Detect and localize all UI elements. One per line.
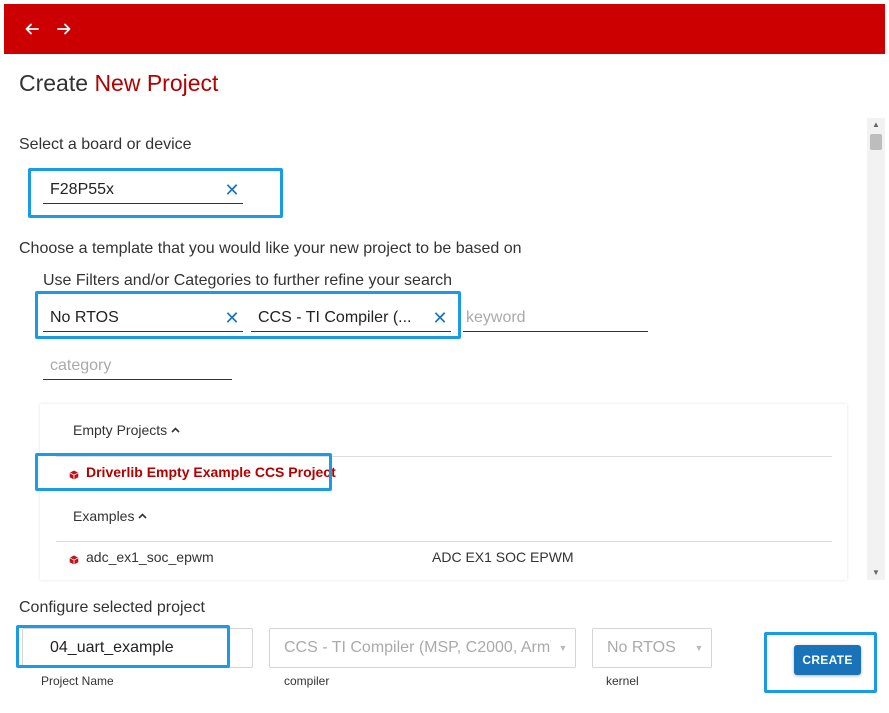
keyword-input[interactable]: keyword bbox=[463, 304, 648, 332]
project-name: adc_ex1_soc_epwm bbox=[86, 549, 214, 565]
compiler-value: CCS - TI Compiler (MSP, C2000, Arm) bbox=[284, 639, 551, 656]
kernel-label: kernel bbox=[606, 674, 639, 688]
board-label: Select a board or device bbox=[19, 136, 192, 153]
tree-divider bbox=[56, 456, 832, 457]
project-cube-icon bbox=[69, 552, 79, 565]
board-select-field[interactable]: F28P55x ✕ bbox=[43, 176, 243, 204]
page-title-prefix: Create bbox=[19, 70, 89, 96]
page-title: Create New Project bbox=[19, 70, 218, 97]
empty-projects-header-label: Empty Projects bbox=[73, 422, 168, 438]
configure-label: Configure selected project bbox=[19, 599, 205, 616]
scrollbar-thumb[interactable] bbox=[870, 134, 882, 150]
tree-divider bbox=[56, 541, 832, 542]
create-button[interactable]: CREATE bbox=[794, 645, 861, 675]
compiler-select[interactable]: CCS - TI Compiler (MSP, C2000, Arm) ▼ bbox=[269, 628, 576, 668]
scroll-down-icon[interactable]: ▼ bbox=[867, 566, 885, 580]
rtos-filter-value: No RTOS bbox=[50, 308, 119, 326]
rtos-filter-field[interactable]: No RTOS ✕ bbox=[43, 304, 243, 332]
chevron-down-icon: ▼ bbox=[694, 643, 704, 653]
vertical-scrollbar[interactable]: ▲ ▼ bbox=[867, 118, 885, 580]
category-placeholder: category bbox=[50, 356, 112, 374]
arrow-right-icon[interactable] bbox=[54, 19, 74, 39]
keyword-placeholder: keyword bbox=[466, 308, 526, 326]
list-item[interactable]: Driverlib Empty Example CCS Project bbox=[69, 464, 336, 480]
board-value: F28P55x bbox=[50, 180, 115, 198]
chevron-up-icon bbox=[138, 510, 148, 522]
category-input[interactable]: category bbox=[43, 352, 232, 380]
clear-board-icon[interactable]: ✕ bbox=[221, 181, 243, 199]
scroll-up-icon[interactable]: ▲ bbox=[867, 118, 885, 132]
top-navigation-bar bbox=[4, 4, 885, 54]
project-description: ADC EX1 SOC EPWM bbox=[432, 549, 574, 565]
clear-compiler-filter-icon[interactable]: ✕ bbox=[429, 309, 451, 327]
page-title-accent: New Project bbox=[94, 70, 219, 96]
chevron-up-icon bbox=[171, 424, 180, 436]
project-name: Driverlib Empty Example CCS Project bbox=[86, 464, 336, 480]
arrow-left-icon[interactable] bbox=[22, 19, 42, 39]
clear-rtos-filter-icon[interactable]: ✕ bbox=[221, 309, 243, 327]
project-cube-icon bbox=[69, 467, 79, 480]
examples-header-label: Examples bbox=[73, 508, 135, 524]
examples-header[interactable]: Examples bbox=[73, 508, 148, 524]
project-name-value: 04_uart_example bbox=[50, 639, 174, 656]
compiler-label: compiler bbox=[284, 674, 330, 688]
project-name-label: Project Name bbox=[41, 674, 114, 688]
compiler-filter-value: CCS - TI Compiler (... bbox=[258, 308, 412, 326]
list-item[interactable]: adc_ex1_soc_epwm bbox=[69, 549, 214, 565]
kernel-value: No RTOS bbox=[607, 639, 676, 656]
filters-label: Use Filters and/or Categories to further… bbox=[43, 272, 453, 289]
project-name-input[interactable]: 04_uart_example bbox=[22, 628, 253, 668]
template-label: Choose a template that you would like yo… bbox=[19, 240, 522, 257]
chevron-down-icon: ▼ bbox=[558, 643, 568, 653]
kernel-select[interactable]: No RTOS ▼ bbox=[592, 628, 712, 668]
empty-projects-header[interactable]: Empty Projects bbox=[73, 422, 180, 438]
compiler-filter-field[interactable]: CCS - TI Compiler (... ✕ bbox=[251, 304, 451, 332]
